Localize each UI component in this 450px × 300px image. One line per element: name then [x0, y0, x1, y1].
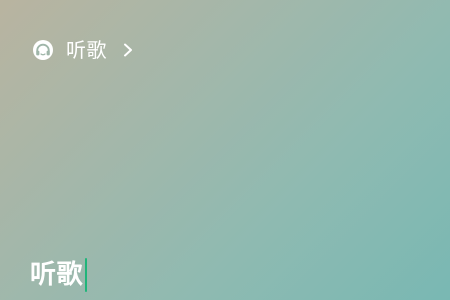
entry-title: 听歌	[66, 38, 107, 62]
listen-music-entry[interactable]: 听歌	[32, 36, 135, 64]
text-caret	[85, 258, 88, 292]
input-value: 听歌	[30, 260, 84, 290]
headphones-icon	[32, 39, 54, 61]
chevron-right-icon	[121, 43, 135, 57]
search-input-display[interactable]: 听歌	[30, 258, 88, 292]
